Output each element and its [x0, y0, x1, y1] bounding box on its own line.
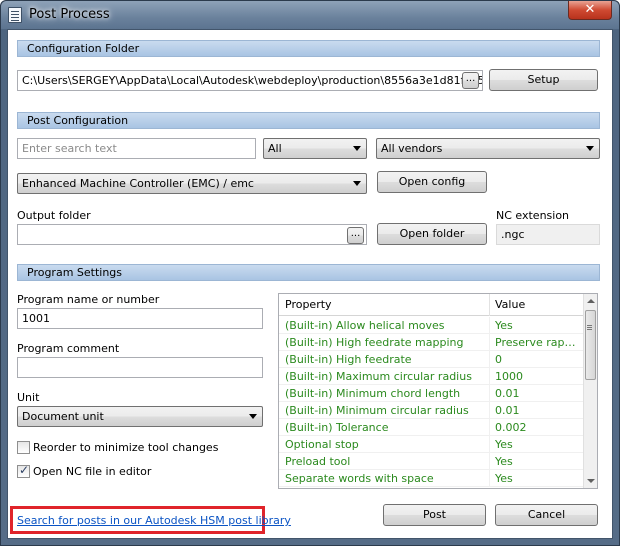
table-row[interactable]: (Built-in) Allow helical moves Yes	[279, 317, 583, 334]
property-name: (Built-in) High feedrate	[285, 353, 412, 366]
search-input[interactable]: Enter search text	[17, 138, 256, 159]
column-divider	[489, 368, 490, 385]
reorder-label: Reorder to minimize tool changes	[33, 441, 219, 454]
scroll-up-arrow-icon[interactable]	[587, 299, 595, 303]
table-row[interactable]: (Built-in) High feedrate 0	[279, 351, 583, 368]
section-header-program-settings: Program Settings	[17, 264, 600, 281]
unit-label: Unit	[17, 391, 40, 404]
document-icon	[8, 7, 22, 23]
property-value[interactable]: Yes	[495, 472, 577, 485]
property-name: Optional stop	[285, 438, 359, 451]
property-value[interactable]: Yes	[495, 438, 577, 451]
open-nc-label: Open NC file in editor	[33, 465, 152, 478]
column-divider	[489, 453, 490, 470]
open-nc-checkbox[interactable]	[17, 463, 30, 478]
scroll-down-arrow-icon[interactable]	[587, 479, 595, 483]
program-name-input[interactable]: 1001	[17, 308, 263, 329]
column-divider	[489, 385, 490, 402]
unit-select[interactable]: Document unit	[17, 406, 263, 427]
configuration-folder-browse-button[interactable]: ...	[462, 72, 479, 89]
table-row[interactable]: (Built-in) Minimum circular radius 0.01	[279, 402, 583, 419]
property-value[interactable]: 0.01	[495, 387, 577, 400]
property-name: (Built-in) Allow helical moves	[285, 319, 445, 332]
vendor-select[interactable]: All vendors	[376, 138, 600, 159]
column-divider	[489, 419, 490, 436]
property-name: (Built-in) High feedrate mapping	[285, 336, 464, 349]
chevron-down-icon	[353, 146, 361, 151]
property-value[interactable]: 0	[495, 353, 577, 366]
chevron-down-icon	[249, 414, 257, 419]
property-grid-scrollbar[interactable]	[583, 294, 597, 488]
property-name: Separate words with space	[285, 472, 434, 485]
column-divider	[489, 436, 490, 453]
property-name: (Built-in) Minimum chord length	[285, 387, 461, 400]
property-name: Preload tool	[285, 455, 351, 468]
section-header-post-configuration: Post Configuration	[17, 112, 600, 129]
column-divider	[489, 402, 490, 419]
chevron-down-icon	[353, 181, 361, 186]
section-header-configuration-folder: Configuration Folder	[17, 40, 600, 57]
post-select[interactable]: Enhanced Machine Controller (EMC) / emc	[17, 173, 367, 194]
property-column-header[interactable]: Property	[285, 298, 332, 311]
filter-select[interactable]: All	[263, 138, 367, 159]
post-library-link[interactable]: Search for posts in our Autodesk HSM pos…	[17, 514, 291, 527]
property-value[interactable]: Yes	[495, 455, 577, 468]
open-config-button[interactable]: Open config	[377, 171, 487, 193]
grip-icon	[587, 325, 592, 326]
nc-extension-label: NC extension	[496, 209, 570, 222]
table-row[interactable]: (Built-in) Tolerance 0.002	[279, 419, 583, 436]
property-value[interactable]: 0.002	[495, 421, 577, 434]
chevron-down-icon	[586, 146, 594, 151]
property-name: (Built-in) Maximum circular radius	[285, 370, 472, 383]
reorder-checkbox[interactable]	[17, 441, 30, 454]
table-row[interactable]: Separate words with space Yes	[279, 470, 583, 487]
property-name: (Built-in) Minimum circular radius	[285, 404, 469, 417]
post-select-value: Enhanced Machine Controller (EMC) / emc	[22, 177, 254, 190]
window-title: Post Process	[29, 7, 110, 22]
setup-button[interactable]: Setup	[489, 69, 598, 91]
program-name-label: Program name or number	[17, 293, 160, 306]
output-folder-label: Output folder	[17, 209, 91, 222]
dialog-client-area: Configuration Folder C:\Users\SERGEY\App…	[7, 29, 613, 539]
property-grid-header: Property Value	[279, 294, 583, 316]
post-process-window: Post Process ✕ Configuration Folder C:\U…	[0, 0, 620, 546]
table-row[interactable]: Preload tool Yes	[279, 453, 583, 470]
column-divider	[489, 470, 490, 487]
property-value[interactable]: Yes	[495, 319, 577, 332]
configuration-folder-path[interactable]: C:\Users\SERGEY\AppData\Local\Autodesk\w…	[17, 70, 483, 91]
value-column-header[interactable]: Value	[495, 298, 525, 311]
property-value[interactable]: Preserve rapid movement	[495, 336, 577, 349]
program-comment-label: Program comment	[17, 342, 120, 355]
column-divider	[489, 317, 490, 334]
table-row[interactable]: (Built-in) Minimum chord length 0.01	[279, 385, 583, 402]
filter-select-value: All	[268, 142, 282, 155]
vendor-select-value: All vendors	[381, 142, 443, 155]
output-folder-browse-button[interactable]: ...	[347, 227, 364, 244]
title-bar[interactable]: Post Process ✕	[1, 1, 619, 29]
close-button[interactable]: ✕	[568, 1, 612, 20]
property-name: (Built-in) Tolerance	[285, 421, 389, 434]
table-row[interactable]: Optional stop Yes	[279, 436, 583, 453]
open-folder-button[interactable]: Open folder	[377, 223, 487, 245]
column-divider	[489, 351, 490, 368]
property-grid[interactable]: Property Value (Built-in) Allow helical …	[278, 293, 598, 489]
table-row[interactable]: (Built-in) Maximum circular radius 1000	[279, 368, 583, 385]
column-divider	[489, 294, 490, 316]
column-divider	[489, 334, 490, 351]
property-value[interactable]: 0.01	[495, 404, 577, 417]
cancel-button[interactable]: Cancel	[495, 504, 598, 526]
unit-select-value: Document unit	[22, 410, 104, 423]
scrollbar-thumb[interactable]	[585, 310, 596, 380]
property-value[interactable]: 1000	[495, 370, 577, 383]
output-folder-input[interactable]	[17, 224, 367, 245]
nc-extension-field: .ngc	[496, 224, 600, 245]
post-button[interactable]: Post	[383, 504, 486, 526]
program-comment-input[interactable]	[17, 357, 263, 378]
table-row[interactable]: (Built-in) High feedrate mapping Preserv…	[279, 334, 583, 351]
